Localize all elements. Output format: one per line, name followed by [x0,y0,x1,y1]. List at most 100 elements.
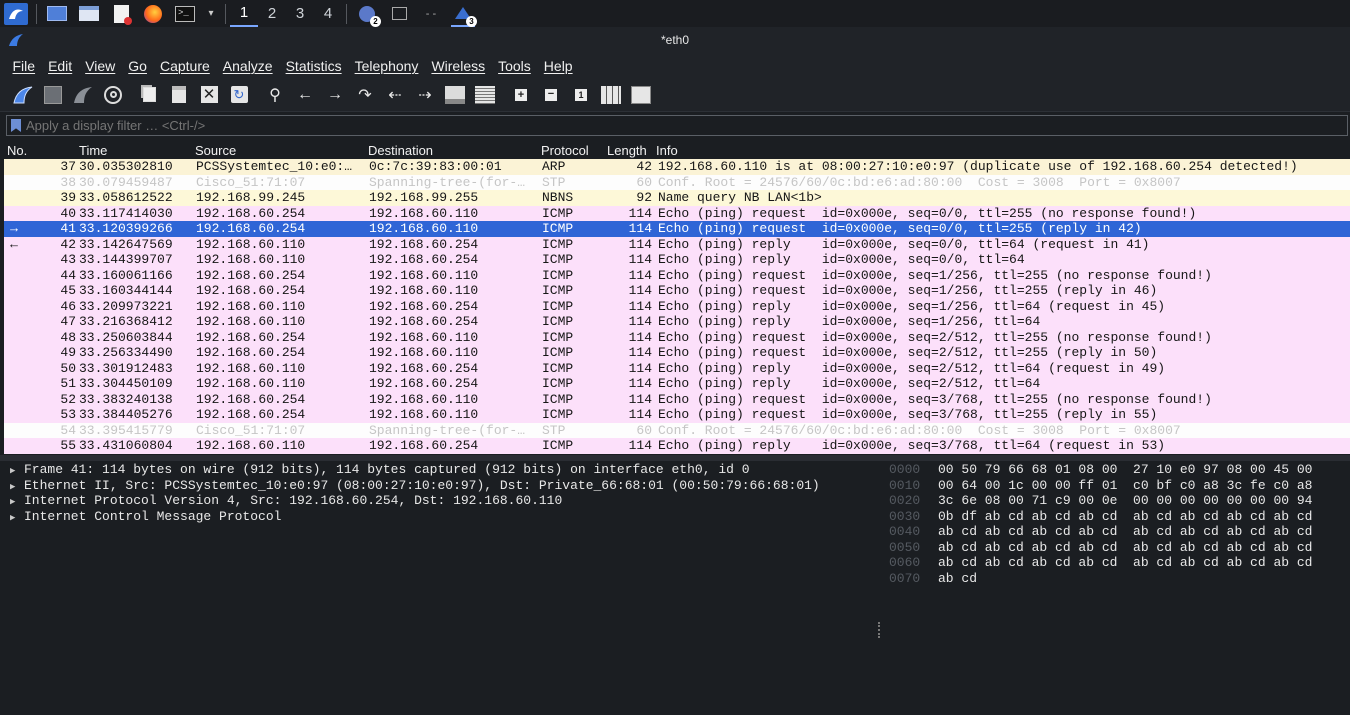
go-forward-icon[interactable]: → [322,82,348,108]
dashes-icon[interactable]: - - [419,3,443,25]
menu-wireless[interactable]: Wireless [425,58,492,74]
packet-destination-cell: 192.168.60.254 [369,236,479,252]
start-capture-icon[interactable] [10,82,36,108]
go-to-packet-icon[interactable]: ↷ [352,82,378,108]
packet-row[interactable]: 43 33.144399707 192.168.60.110 192.168.60.2… [4,252,1350,268]
packet-protocol-cell: ICMP [542,236,574,252]
display-filter-bar [6,115,1348,136]
bytes-row[interactable]: 0020 3c 6e 08 00 71 c9 00 0e 00 00 00 00 … [882,493,1350,509]
first-packet-icon[interactable]: ⇠ [382,82,408,108]
column-protocol[interactable]: Protocol [541,143,589,158]
restart-capture-icon[interactable] [70,82,96,108]
zoom-in-icon[interactable]: + [508,82,534,108]
packet-row[interactable]: 40 33.117414030 192.168.60.254 192.168.60.1… [4,205,1350,221]
kali-menu-icon[interactable] [4,2,28,25]
zoom-out-icon[interactable]: − [538,82,564,108]
bookmark-icon[interactable] [11,119,21,132]
packet-info-cell: Echo (ping) reply id=0x000e, seq=2/512, … [658,360,1166,376]
packet-row[interactable]: 49 33.256334490 192.168.60.254 192.168.60.1… [4,345,1350,361]
packet-row[interactable]: 54 33.395415779 Cisco_51:71:07 Spanning-tre… [4,422,1350,438]
packet-destination-cell: 192.168.60.110 [369,205,479,221]
packet-row[interactable]: 52 33.383240138 192.168.60.254 192.168.60.1… [4,391,1350,407]
terminal-icon[interactable]: >_ [173,3,197,25]
details-tree-item[interactable]: ▶ Ethernet II, Src: PCSSystemtec_10:e0:97… [0,478,876,494]
firefox-icon[interactable] [141,3,165,25]
colorize-icon[interactable] [472,82,498,108]
packet-length-cell: 114 [628,314,652,329]
bytes-row[interactable]: 0060 ab cd ab cd ab cd ab cd ab cd ab cd … [882,555,1350,571]
menu-view[interactable]: View [79,58,122,74]
bytes-row[interactable]: 0070 ab cd [882,571,1350,587]
workspace-4[interactable]: 4 [314,0,342,27]
go-back-icon[interactable]: ← [292,82,318,108]
desktop-icon[interactable] [45,3,69,25]
menu-go[interactable]: Go [122,58,154,74]
menu-capture[interactable]: Capture [153,58,216,74]
packet-row[interactable]: 55 33.431060804 192.168.60.110 192.168.60.2… [4,438,1350,454]
expand-arrow-icon[interactable]: ▶ [10,511,24,527]
packet-row[interactable]: 38 30.079459487 Cisco_51:71:07 Spanning-tre… [4,174,1350,190]
wireshark-taskbar-icon[interactable]: 3 [451,0,477,27]
details-tree-item[interactable]: ▶ Frame 41: 114 bytes on wire (912 bits),… [0,462,876,478]
menu-file[interactable]: File [6,58,42,74]
column-time[interactable]: Time [79,143,107,158]
resize-columns-icon[interactable] [598,82,624,108]
text-editor-icon[interactable] [109,3,133,25]
workspace-2[interactable]: 2 [258,0,286,27]
workspace-1[interactable]: 1 [230,0,258,27]
bytes-row[interactable]: 0050 ab cd ab cd ab cd ab cd ab cd ab cd … [882,540,1350,556]
packet-list[interactable]: 37 30.035302810 PCSSystemtec_10:e0:… 0c:7c:… [4,159,1350,455]
packet-bytes-pane[interactable]: 0000 00 50 79 66 68 01 08 00 27 10 e0 97 … [882,462,1350,715]
column-source[interactable]: Source [195,143,236,158]
normal-size-icon[interactable]: 1 [568,82,594,108]
menu-telephony[interactable]: Telephony [348,58,425,74]
reload-file-icon[interactable]: ↻ [226,82,252,108]
close-file-icon[interactable]: ✕ [196,82,222,108]
save-file-icon[interactable] [166,82,192,108]
open-file-icon[interactable] [136,82,162,108]
bytes-row[interactable]: 0040 ab cd ab cd ab cd ab cd ab cd ab cd … [882,524,1350,540]
packet-row[interactable]: → 41 33.120399266 192.168.60.254 192.168.60.… [4,221,1350,237]
menu-edit[interactable]: Edit [42,58,79,74]
packet-row[interactable]: 50 33.301912483 192.168.60.110 192.168.60.2… [4,360,1350,376]
autoscroll-icon[interactable] [442,82,468,108]
packet-row[interactable]: 46 33.209973221 192.168.60.110 192.168.60.2… [4,298,1350,314]
menu-analyze[interactable]: Analyze [216,58,279,74]
packet-details-pane[interactable]: ▶ Frame 41: 114 bytes on wire (912 bits),… [0,462,876,715]
bytes-row[interactable]: 0000 00 50 79 66 68 01 08 00 27 10 e0 97 … [882,462,1350,478]
pane-splitter[interactable] [0,455,1350,461]
packet-row[interactable]: ← 42 33.142647569 192.168.60.110 192.168.60.… [4,236,1350,252]
chat-app-icon[interactable]: 2 [355,3,381,27]
packet-row[interactable]: 48 33.250603844 192.168.60.254 192.168.60.1… [4,329,1350,345]
display-filter-input[interactable] [26,118,1326,133]
packet-row[interactable]: 51 33.304450109 192.168.60.110 192.168.60.2… [4,376,1350,392]
packet-row[interactable]: 47 33.216368412 192.168.60.110 192.168.60.2… [4,314,1350,330]
capture-options-icon[interactable] [100,82,126,108]
column-info[interactable]: Info [656,143,678,158]
column-no[interactable]: No. [7,143,27,158]
column-length[interactable]: Length [607,143,647,158]
details-tree-item[interactable]: ▶ Internet Control Message Protocol [0,509,876,525]
packet-row[interactable]: 53 33.384405276 192.168.60.254 192.168.60.1… [4,407,1350,423]
menu-tools[interactable]: Tools [492,58,538,74]
terminal-window-icon[interactable] [387,3,411,25]
stop-capture-icon[interactable] [40,82,66,108]
layout-icon[interactable] [628,82,654,108]
packet-row[interactable]: 37 30.035302810 PCSSystemtec_10:e0:… 0c:7c:… [4,159,1350,175]
packet-row[interactable]: 39 33.058612522 192.168.99.245 192.168.99.2… [4,190,1350,206]
packet-row[interactable]: 45 33.160344144 192.168.60.254 192.168.60.1… [4,283,1350,299]
last-packet-icon[interactable]: ⇢ [412,82,438,108]
packet-length-cell: 114 [628,391,652,407]
chevron-down-icon[interactable]: ▾ [205,3,217,25]
bytes-row[interactable]: 0010 00 64 00 1c 00 00 ff 01 c0 bf c0 a8 … [882,478,1350,494]
packet-row[interactable]: 44 33.160061166 192.168.60.254 192.168.60.1… [4,267,1350,283]
details-tree-item[interactable]: ▶ Internet Protocol Version 4, Src: 192.1… [0,493,876,509]
column-destination[interactable]: Destination [368,143,433,158]
workspace-3[interactable]: 3 [286,0,314,27]
search-icon[interactable]: ⚲ [262,82,288,108]
menu-statistics[interactable]: Statistics [279,58,348,74]
bytes-row[interactable]: 0030 0b df ab cd ab cd ab cd ab cd ab cd … [882,509,1350,525]
packet-time-cell: 33.304450109 [79,376,173,391]
menu-help[interactable]: Help [537,58,579,74]
file-manager-icon[interactable] [77,3,101,25]
